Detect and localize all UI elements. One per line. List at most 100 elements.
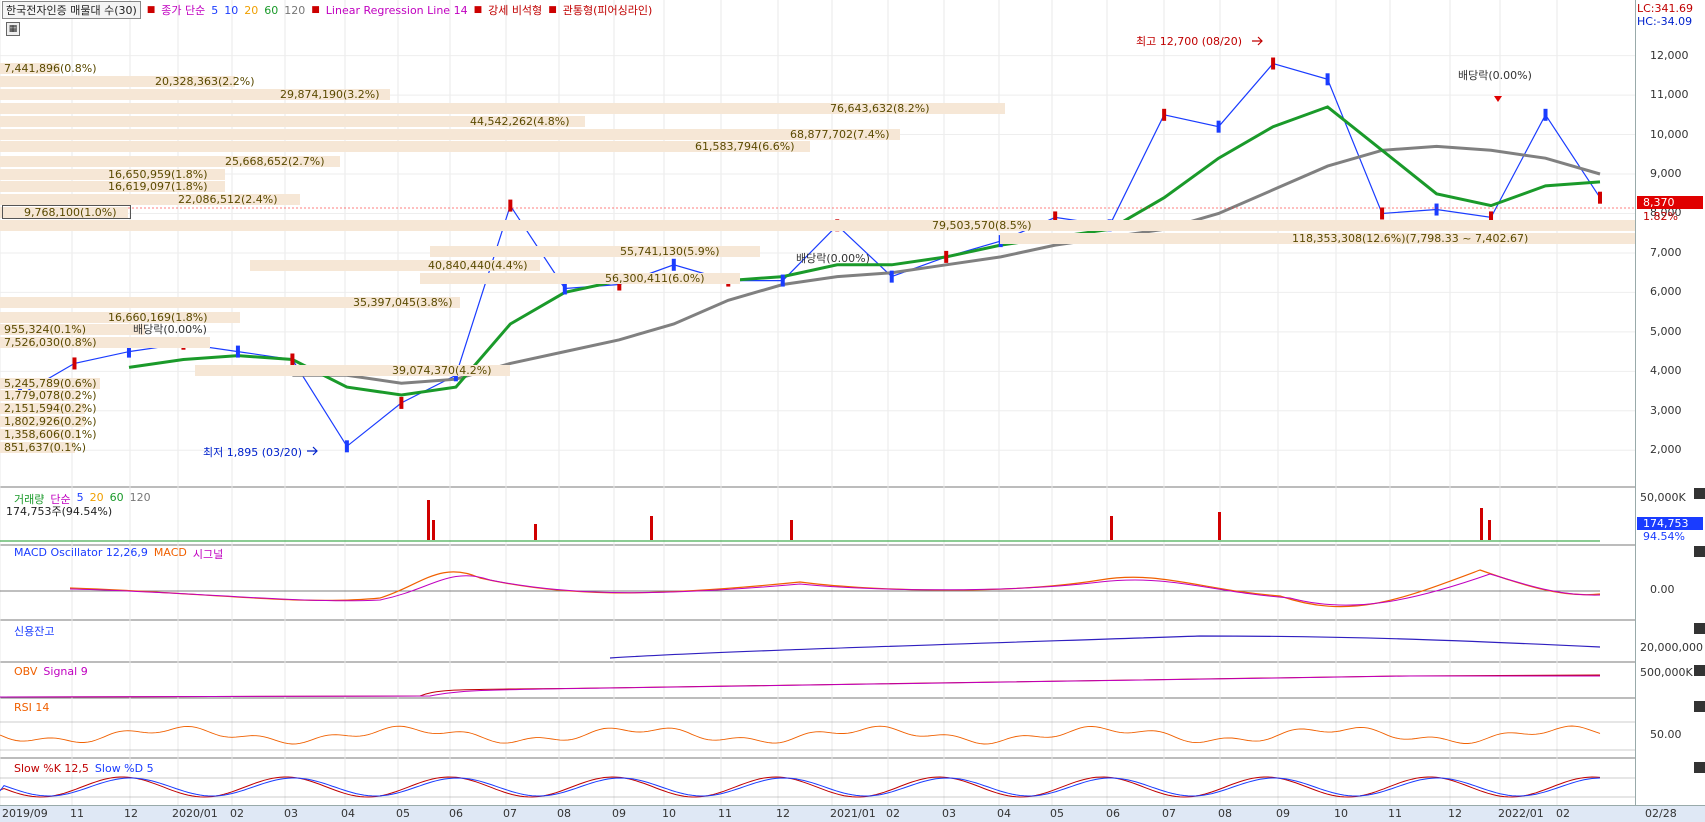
volume-profile-label: 56,300,411(6.0%)	[605, 272, 705, 285]
price-candle	[1325, 73, 1330, 86]
volume-bar	[650, 516, 653, 540]
date-tick-label: 12	[776, 807, 790, 820]
date-tick-label: 12	[1448, 807, 1462, 820]
volume-profile-label: 40,840,440(4.4%)	[428, 259, 528, 272]
obv-pane-label: OBV Signal 9	[14, 665, 88, 678]
date-tick-label: 08	[557, 807, 571, 820]
macd-pane-label: MACD Oscillator 12,26,9 MACD 시그널	[14, 546, 224, 561]
volume-profile-bar	[0, 220, 1635, 231]
price-candle	[1543, 108, 1548, 121]
date-tick-label: 02/28	[1645, 807, 1677, 820]
price-candle	[562, 282, 567, 295]
stock-title[interactable]: 한국전자인증 매물대 수(30)	[2, 1, 141, 19]
low-annotation: 최저 1,895 (03/20)	[203, 446, 303, 459]
price-tick-label: 12,000	[1650, 48, 1689, 62]
volume-profile-label: 118,353,308(12.6%)(7,798.33 ~ 7,402.67)	[1292, 232, 1529, 245]
volume-profile-label: 20,328,363(2.2%)	[155, 75, 255, 88]
price-candle	[780, 274, 785, 287]
price-candle	[508, 199, 513, 212]
price-candle	[1162, 108, 1167, 121]
price-tick-label: 6,000	[1650, 285, 1682, 299]
pane-control-icon[interactable]	[1694, 546, 1705, 557]
dividend-annotation-3: 배당락(0.00%)	[1458, 69, 1532, 82]
price-axis[interactable]: LC:341.69 HC:-34.09 12,000 11,000 10,000 9,…	[1635, 0, 1705, 821]
volume-tick: 50,000K	[1640, 491, 1686, 504]
ma-label: 종가 단순	[161, 4, 206, 17]
credit-tick: 20,000,000	[1640, 641, 1703, 654]
volume-bar	[1110, 516, 1113, 540]
pane-control-icon[interactable]	[1694, 762, 1705, 773]
pane-control-icon[interactable]	[1694, 623, 1705, 634]
date-tick-label: 03	[284, 807, 298, 820]
date-axis[interactable]: 2019/09 11 12 2020/01 02 03 04 05 06 07 08 09 10 11 12…	[0, 805, 1705, 822]
price-candle	[1598, 191, 1602, 204]
volume-profile-label: 76,643,632(8.2%)	[830, 102, 930, 115]
date-tick-label: 06	[1106, 807, 1120, 820]
volume-profile-label: 1,802,926(0.2%)	[4, 415, 97, 428]
volume-bar	[1488, 520, 1491, 540]
date-tick-label: 2022/01	[1498, 807, 1544, 820]
date-tick-label: 2019/09	[2, 807, 48, 820]
price-tick-label: 2,000	[1650, 443, 1682, 457]
rsi-pane-label: RSI 14	[14, 701, 50, 714]
volume-bar	[534, 524, 537, 540]
grid-icon[interactable]: ▦	[6, 22, 20, 36]
square-bullet-icon: ■	[146, 5, 156, 15]
macd-line	[69, 569, 1601, 608]
price-tick-label: 10,000	[1650, 127, 1689, 141]
price-tick-label: 4,000	[1650, 364, 1682, 378]
date-tick-label: 10	[1334, 807, 1348, 820]
pane-control-icon[interactable]	[1694, 665, 1705, 676]
volume-bar	[1480, 508, 1483, 540]
price-candle	[344, 440, 349, 453]
volume-bar	[432, 520, 435, 540]
date-tick-label: 05	[1050, 807, 1064, 820]
pattern-label-2: 관통형(피어싱라인)	[562, 4, 653, 17]
obv-tick: 500,000K	[1640, 666, 1693, 679]
pattern-label-1: 강세 비석형	[488, 4, 543, 17]
pane-control-icon[interactable]	[1694, 701, 1705, 712]
volume-profile-label: 7,526,030(0.8%)	[4, 336, 97, 349]
high-annotation: 최고 12,700 (08/20)	[1136, 35, 1243, 48]
highlight-box	[2, 205, 131, 219]
square-bullet-icon: ■	[548, 5, 557, 15]
date-tick-label: 10	[662, 807, 676, 820]
price-candle	[399, 396, 404, 409]
chart-area: 한국전자인증 매물대 수(30) ■ 종가 단순 5 10 20 60 120 …	[0, 0, 1635, 805]
price-candle	[1216, 120, 1221, 133]
credit-line	[609, 635, 1601, 659]
high-arrow-icon	[1252, 36, 1263, 46]
date-tick-label: 07	[503, 807, 517, 820]
price-candle	[944, 250, 949, 263]
volume-profile-label: 35,397,045(3.8%)	[353, 296, 453, 309]
price-candle	[1434, 203, 1439, 216]
date-tick-label: 03	[942, 807, 956, 820]
ma-10: 10	[224, 3, 239, 17]
volume-profile-label: 29,874,190(3.2%)	[280, 88, 380, 101]
stoch-pane-label: Slow %K 12,5 Slow %D 5	[14, 762, 154, 775]
lr-label: Linear Regression Line 14	[325, 3, 468, 17]
volume-profile-label: 68,877,702(7.4%)	[790, 128, 890, 141]
price-tick-label: 5,000	[1650, 324, 1682, 338]
price-candle	[671, 258, 676, 271]
date-tick-label: 04	[341, 807, 355, 820]
volume-bar	[1218, 512, 1221, 540]
rsi-line	[0, 725, 1601, 745]
date-tick-label: 2020/01	[172, 807, 218, 820]
volume-profile-label: 79,503,570(8.5%)	[932, 219, 1032, 232]
price-candle	[1380, 207, 1385, 220]
chart-header: 한국전자인증 매물대 수(30) ■ 종가 단순 5 10 20 60 120 …	[2, 1, 653, 19]
date-tick-label: 11	[70, 807, 84, 820]
pane-control-icon[interactable]	[1694, 488, 1705, 499]
price-tick-label: 3,000	[1650, 403, 1682, 417]
change-value: 1.82%	[1643, 210, 1678, 223]
volume-profile-label: 7,441,896(0.8%)	[4, 62, 97, 75]
volume-profile-label: 2,151,594(0.2%)	[4, 402, 97, 415]
volume-value: 174,753주(94.54%)	[6, 505, 113, 518]
square-bullet-icon: ■	[311, 5, 320, 15]
volume-profile-bar	[0, 129, 900, 140]
obv-signal-line	[0, 675, 1600, 698]
date-tick-label: 05	[396, 807, 410, 820]
price-tick-label: 7,000	[1650, 245, 1682, 259]
date-tick-label: 06	[449, 807, 463, 820]
